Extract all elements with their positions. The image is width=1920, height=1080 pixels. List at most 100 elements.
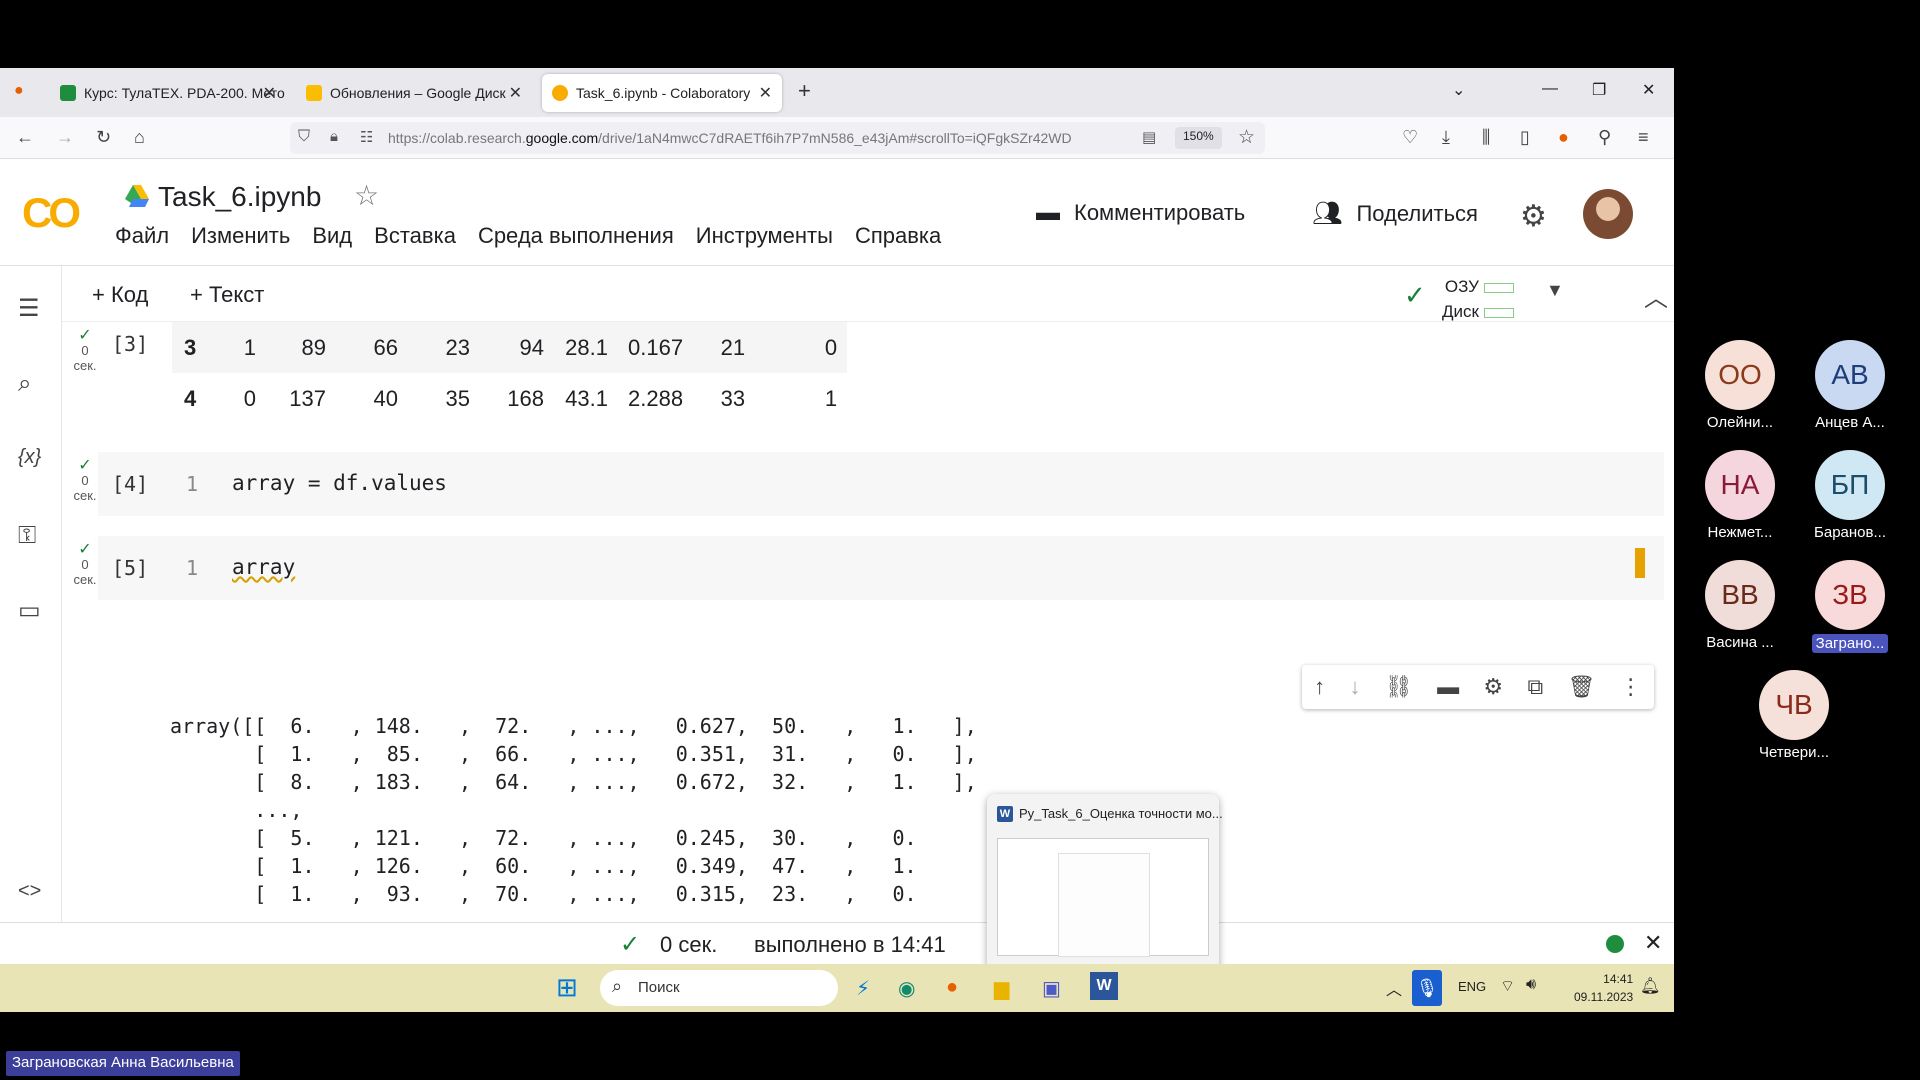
code-editor[interactable]: array = df.values <box>232 471 447 495</box>
download-icon[interactable]: ⤓ <box>1442 127 1450 148</box>
more-options-icon[interactable]: ⋮ <box>1620 674 1642 700</box>
participant-tile[interactable]: ЗВ Заграно... <box>1790 560 1910 653</box>
menu-edit[interactable]: Изменить <box>191 223 290 249</box>
tab-list-icon[interactable]: ⌄ <box>1452 80 1465 100</box>
chevron-down-icon[interactable]: ▼ <box>1546 280 1564 301</box>
resources-indicator[interactable]: ОЗУ Диск <box>1442 274 1514 324</box>
file-explorer-icon[interactable]: ▆ <box>994 976 1009 1001</box>
participant-tile[interactable]: ОО Олейни... <box>1680 340 1800 431</box>
back-icon[interactable]: ← <box>16 127 34 148</box>
notebook-title[interactable]: Task_6.ipynb <box>158 181 321 213</box>
menu-view[interactable]: Вид <box>312 223 352 249</box>
delete-icon[interactable]: 🗑︎ <box>1568 674 1596 700</box>
comment-button[interactable]: ▬ Комментировать <box>1036 199 1245 227</box>
url-text[interactable]: https://colab.research.google.com/drive/… <box>388 130 1072 146</box>
variables-icon[interactable]: {x} <box>18 446 41 469</box>
preview-thumbnail[interactable] <box>997 838 1209 957</box>
search-icon[interactable]: ⌕ <box>18 370 31 398</box>
window-close-icon[interactable]: ✕ <box>1642 80 1655 100</box>
pocket-icon[interactable]: ♡ <box>1402 127 1418 148</box>
edge-icon[interactable]: ◉ <box>898 976 915 1001</box>
star-icon[interactable]: ☆ <box>354 179 379 212</box>
drive-icon[interactable] <box>125 185 149 207</box>
participant-tile[interactable]: ВВ Васина ... <box>1680 560 1800 651</box>
left-sidebar: ☰ ⌕ {x} ⚿ ▭ <> ⌨ <box>0 266 62 962</box>
menu-insert[interactable]: Вставка <box>374 223 456 249</box>
participant-name: Анцев А... <box>1815 414 1885 431</box>
wifi-icon[interactable]: ⌔ <box>1500 976 1515 996</box>
colab-logo[interactable]: CO <box>22 189 81 237</box>
add-code-button[interactable]: + Код <box>92 282 148 308</box>
close-icon[interactable]: ✕ <box>759 83 772 103</box>
menu-help[interactable]: Справка <box>855 223 941 249</box>
shield-icon[interactable]: ⛉ <box>298 128 310 146</box>
tab-course[interactable]: Курс: ТулаТЕХ. PDA-200. Мето ✕ <box>50 74 286 112</box>
move-up-icon[interactable]: ↑ <box>1314 674 1325 700</box>
minimize-icon[interactable]: — <box>1542 80 1558 98</box>
cell-settings-icon[interactable]: ⚙ <box>1483 674 1503 700</box>
add-text-button[interactable]: + Текст <box>190 282 264 308</box>
windows-start-icon[interactable]: ⊞ <box>556 972 578 1003</box>
code-cell[interactable]: 1 array = df.values <box>98 452 1664 516</box>
participant-tile[interactable]: БП Баранов... <box>1790 450 1910 541</box>
comment-icon[interactable]: ▬ <box>1437 674 1459 700</box>
reader-view-icon[interactable]: ▤ <box>1142 128 1156 146</box>
preview-title: Py_Task_6_Оценка точности мо... <box>1019 806 1223 821</box>
close-icon[interactable]: ✕ <box>263 83 276 103</box>
participant-tile[interactable]: ЧВ Четвери... <box>1734 670 1854 761</box>
tab-drive[interactable]: Обновления – Google Диск ✕ <box>296 74 532 112</box>
microphone-icon[interactable]: 🎙︎ <box>1412 970 1442 1006</box>
bookmark-star-icon[interactable]: ☆ <box>1238 126 1255 149</box>
hamburger-menu-icon[interactable]: ≡ <box>1638 127 1649 148</box>
code-editor[interactable]: array <box>232 555 295 579</box>
settings-gear-icon[interactable]: ⚙ <box>1520 199 1547 234</box>
user-avatar[interactable] <box>1583 189 1633 239</box>
word-icon[interactable]: W <box>1090 972 1118 1000</box>
check-icon: ✓ <box>78 327 92 344</box>
participant-name: Олейни... <box>1706 414 1774 431</box>
disk-label: Диск <box>1442 302 1479 321</box>
volume-icon[interactable]: 🔊︎ <box>1526 976 1536 994</box>
participant-tile[interactable]: НА Нежмет... <box>1680 450 1800 541</box>
extensions-icon[interactable]: ⚲ <box>1598 127 1611 148</box>
address-bar[interactable]: ⛉ 🔒︎ ☷ https://colab.research.google.com… <box>290 122 1265 154</box>
menu-runtime[interactable]: Среда выполнения <box>478 223 674 249</box>
firefox-icon[interactable]: ● <box>946 976 958 999</box>
system-clock[interactable]: 14:41 09.11.2023 <box>1574 970 1633 1006</box>
sidebar-toggle-icon[interactable]: ▯ <box>1520 127 1530 148</box>
chevron-up-icon[interactable]: ︿ <box>1644 278 1668 313</box>
close-icon[interactable]: ✕ <box>1644 930 1662 956</box>
copilot-icon[interactable]: ⚡ <box>856 976 870 1001</box>
link-icon[interactable]: ⛓ <box>1385 674 1413 700</box>
new-tab-button[interactable]: + <box>798 78 811 104</box>
forward-icon[interactable]: → <box>56 127 74 148</box>
teams-icon[interactable]: ▣ <box>1042 976 1061 1001</box>
home-icon[interactable]: ⌂ <box>134 127 145 148</box>
table-cell: 66 <box>336 322 408 373</box>
code-snippets-icon[interactable]: <> <box>18 880 41 903</box>
participant-tile[interactable]: АВ Анцев А... <box>1790 340 1910 431</box>
toc-icon[interactable]: ☰ <box>18 294 40 323</box>
folder-icon[interactable]: ▭ <box>18 596 41 625</box>
menu-tools[interactable]: Инструменты <box>696 223 833 249</box>
move-down-icon[interactable]: ↓ <box>1349 674 1360 700</box>
firefox-menu-icon[interactable]: ● <box>14 82 24 100</box>
code-cell[interactable]: 1 array <box>98 536 1664 600</box>
library-icon[interactable]: ⫼ <box>1482 127 1490 148</box>
profile-icon[interactable]: ● <box>1558 127 1569 148</box>
permissions-icon[interactable]: ☷ <box>360 128 373 146</box>
language-indicator[interactable]: ENG <box>1458 979 1486 994</box>
notifications-icon[interactable]: 🔔︎ <box>1640 976 1660 996</box>
menu-file[interactable]: Файл <box>115 223 169 249</box>
reload-icon[interactable]: ↻ <box>96 127 111 148</box>
taskbar-search[interactable]: ⌕ Поиск <box>600 970 838 1006</box>
mirror-cell-icon[interactable]: ⧉ <box>1527 674 1543 700</box>
zoom-level[interactable]: 150% <box>1175 127 1222 149</box>
share-button[interactable]: 👥︎ Поделиться <box>1312 199 1478 228</box>
chevron-up-icon[interactable]: ︿ <box>1386 976 1402 1000</box>
tab-colab[interactable]: Task_6.ipynb - Colaboratory ✕ <box>542 74 782 112</box>
restore-icon[interactable]: ❐ <box>1592 80 1606 100</box>
key-icon[interactable]: ⚿ <box>18 522 36 550</box>
lock-icon[interactable]: 🔒︎ <box>330 128 338 145</box>
close-icon[interactable]: ✕ <box>509 83 522 103</box>
